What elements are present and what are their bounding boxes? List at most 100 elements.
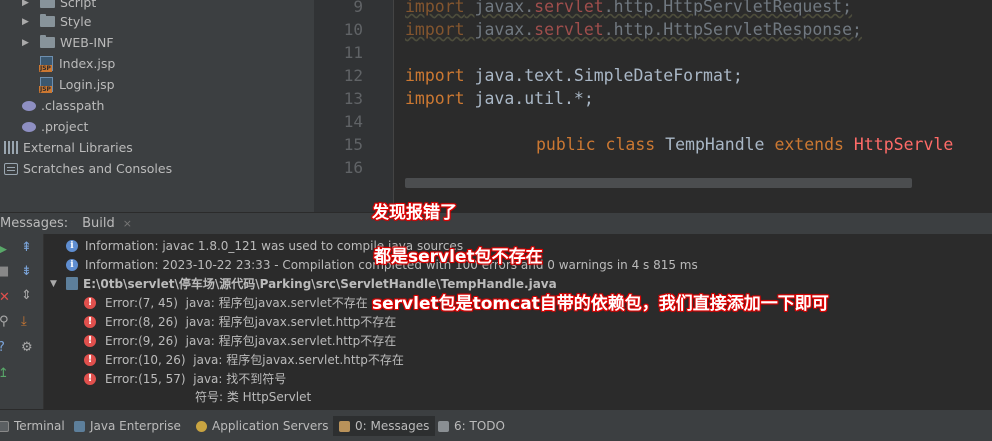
folder-icon [40,35,55,48]
symbol-line: 符号: 类 HttpServlet [195,390,312,404]
line-number: 16 [343,158,363,177]
code-line-9: import javax.servlet.http.HttpServletReq… [405,0,852,16]
tree-item-web-inf[interactable]: ▶ WEB-INF [22,32,114,53]
tree-item-external-libraries[interactable]: External Libraries [4,137,133,158]
error-message[interactable]: ! Error:(9, 26) java: 程序包javax.servlet.h… [84,331,396,350]
code-keyword: import [405,20,465,39]
tree-item-login-jsp[interactable]: Login.jsp [39,74,115,95]
tree-item-label: External Libraries [23,140,133,155]
error-position: Error:(8, 26) [105,314,178,329]
code-unresolved: servlet [534,0,604,16]
terminal-icon [0,420,9,432]
settings-icon[interactable]: ⚙ [21,340,33,355]
rerun-icon[interactable]: ▶ [0,242,7,257]
expand-arrow-icon[interactable]: ▶ [22,0,32,8]
code-text: java.util.*; [464,89,594,108]
code-line-15: public class TempHandle extends HttpServ… [536,135,953,154]
export-icon[interactable]: ⤓ [21,314,27,329]
error-icon: ! [84,334,96,347]
tab-messages[interactable]: 0: Messages [333,416,436,436]
code-text: java.text.SimpleDateFormat; [464,66,743,85]
tab-label: Java Enterprise [90,419,181,433]
help-icon[interactable]: ? [0,340,5,355]
annotation-error-found: 发现报错了 [372,203,457,223]
info-icon: i [66,239,78,252]
code-keyword: extends [774,135,844,154]
info-icon: i [66,258,78,271]
tab-label: 0: Messages [355,419,430,433]
close-icon[interactable]: × [123,217,132,230]
config-file-icon [22,121,36,132]
collapse-arrow-icon[interactable]: ▼ [50,279,60,289]
tab-build[interactable]: Build [82,216,115,231]
code-unresolved: servlet [534,20,604,39]
annotation-servlet-missing: 都是servlet包不存在 [374,247,543,267]
folder-icon [40,0,55,8]
code-keyword: public class [536,135,656,154]
code-line-10: import javax.servlet.http.HttpServletRes… [405,20,862,39]
error-message[interactable]: ! Error:(8, 26) java: 程序包javax.servlet.h… [84,312,396,331]
tree-item-label: WEB-INF [60,35,114,50]
error-position: Error:(9, 26) [105,333,178,348]
code-keyword: import [405,89,465,108]
error-text: java: 程序包javax.servlet.http不存在 [185,334,397,348]
folder-icon [40,14,55,27]
error-message[interactable]: ! Error:(7, 45) java: 程序包javax.servlet不存… [84,293,368,312]
jsp-file-icon [39,56,53,72]
messages-panel-header: Messages: Build × [0,212,992,234]
tab-java-enterprise[interactable]: Java Enterprise [74,416,181,436]
panel-title: Messages: [0,216,69,231]
tab-label: 6: TODO [454,419,505,433]
error-message[interactable]: ! Error:(10, 26) java: 程序包javax.servlet.… [84,350,404,369]
project-tree: ▶ Script ▶ Style ▶ WEB-INF Index.jsp Log… [0,0,314,212]
line-number: 11 [343,43,363,62]
expand-arrow-icon[interactable]: ▶ [22,38,32,48]
tree-item-scratches[interactable]: Scratches and Consoles [4,158,172,179]
error-icon: ! [84,372,96,385]
tab-todo[interactable]: 6: TODO [438,416,505,436]
tree-item-project[interactable]: .project [22,116,88,137]
todo-icon [438,420,449,432]
pin-icon[interactable]: ⚲ [0,314,9,329]
stop-icon[interactable]: ■ [0,264,9,279]
java-enterprise-icon [74,420,85,432]
align-down-icon[interactable]: ⇟ [21,264,32,279]
line-number: 10 [343,20,363,39]
code-text: .http.HttpServletResponse; [603,20,862,39]
code-keyword: import [405,66,465,85]
collapse-icon[interactable]: ⇕ [21,288,32,303]
java-file-icon [66,277,78,290]
expand-arrow-icon[interactable]: ▶ [22,17,32,27]
tree-item-label: Login.jsp [59,77,115,92]
tree-item-label: Script [60,0,97,10]
line-number: 13 [343,89,363,108]
library-icon [4,141,18,154]
code-line-13: import java.util.*; [405,89,594,108]
error-icon: ! [84,353,96,366]
error-message[interactable]: ! Error:(15, 57) java: 找不到符号 [84,369,286,388]
jsp-file-icon [39,77,53,93]
tab-label: Terminal [14,419,65,433]
code-editor[interactable]: 9 10 11 12 13 14 15 16 import javax.serv… [314,0,992,212]
tab-application-servers[interactable]: Application Servers [196,416,328,436]
scroll-to-end-icon[interactable]: ↥ [0,366,9,381]
code-unresolved: HttpServle [843,135,954,154]
line-number: 12 [343,66,363,85]
tree-item-label: Style [60,14,92,29]
messages-icon [339,420,350,432]
line-number: 9 [353,0,363,16]
error-position: Error:(7, 45) [105,295,178,310]
error-text: java: 程序包javax.servlet.http不存在 [185,315,397,329]
tree-item-label: Index.jsp [59,56,116,71]
close-icon[interactable]: ✕ [0,290,10,305]
code-keyword: import [405,0,465,16]
tab-terminal[interactable]: Terminal [0,416,65,436]
horizontal-scrollbar[interactable] [405,178,912,188]
tree-item-index-jsp[interactable]: Index.jsp [39,53,116,74]
tree-item-style[interactable]: ▶ Style [22,11,91,32]
align-up-icon[interactable]: ⇞ [21,240,32,255]
scratches-icon [4,162,18,175]
annotation-tomcat-hint: servlet包是tomcat自带的依赖包，我们直接添加一下即可 [372,294,829,314]
tree-item-classpath[interactable]: .classpath [22,95,104,116]
code-text: .http.HttpServletRequest; [603,0,853,16]
